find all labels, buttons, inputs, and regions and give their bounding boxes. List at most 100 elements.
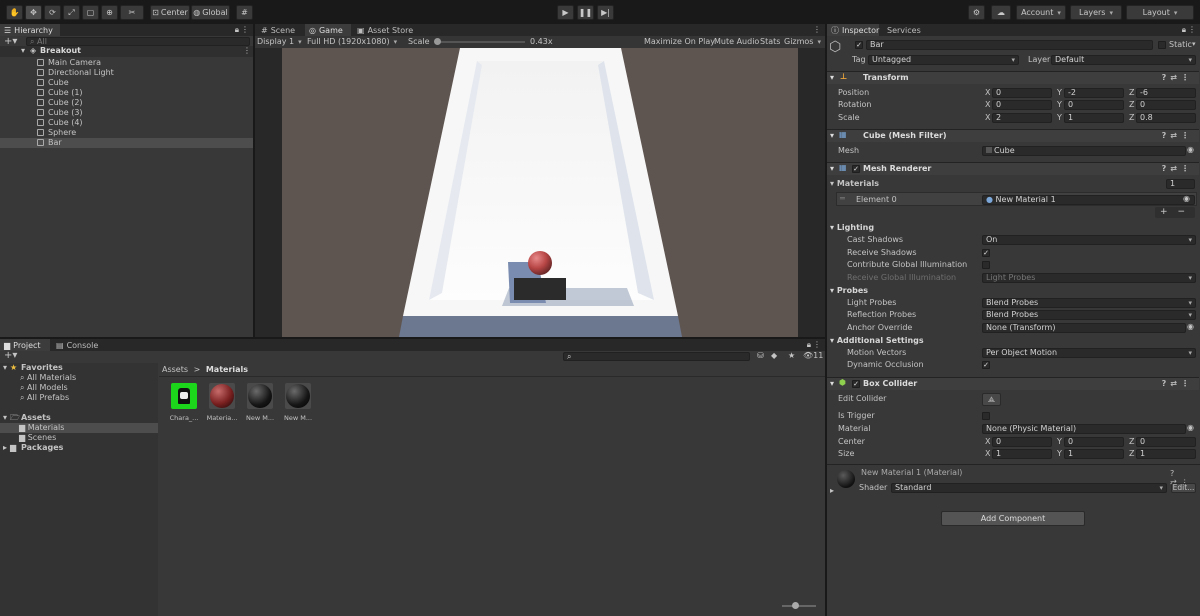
is-trigger-checkbox[interactable] — [982, 412, 990, 420]
axis-y-input[interactable]: -2 — [1064, 88, 1124, 98]
add-object-button[interactable]: +▾ — [4, 37, 17, 47]
favorite-item[interactable]: ⌕ All Models — [20, 383, 68, 393]
hierarchy-item[interactable]: Cube — [0, 78, 253, 88]
axis-x-label[interactable]: X — [985, 88, 990, 98]
axis-y-input[interactable]: 0 — [1064, 437, 1124, 447]
play-button[interactable]: ▶ — [557, 5, 574, 20]
scene-expand-icon[interactable]: ▾ — [21, 46, 25, 56]
tab-game[interactable]: ◎ Game — [305, 24, 351, 36]
maximize-on-play-toggle[interactable]: Maximize On Play — [644, 37, 715, 47]
axis-z-input[interactable]: -6 — [1136, 88, 1196, 98]
probes-foldout[interactable]: ▾ Probes — [830, 286, 868, 296]
axis-y-label[interactable]: Y — [1057, 88, 1062, 98]
object-picker-icon[interactable]: ◉ — [1183, 194, 1190, 203]
game-viewport[interactable] — [282, 48, 798, 337]
collider-material-field[interactable]: None (Physic Material) — [982, 424, 1186, 434]
axis-y-input[interactable]: 1 — [1064, 449, 1124, 459]
tab-scene[interactable]: # Scene — [257, 24, 305, 36]
mute-audio-toggle[interactable]: Mute Audio — [714, 37, 759, 47]
tab-console[interactable]: ▤ Console — [52, 339, 102, 351]
collapse-icon[interactable]: ▾ — [830, 164, 834, 173]
more-menu-icon[interactable]: ⋮ — [813, 25, 821, 34]
material-expand-icon[interactable]: ▸ — [830, 486, 834, 496]
axis-y-label[interactable]: Y — [1057, 437, 1062, 447]
lock-icon[interactable]: 🔒︎ — [235, 25, 239, 35]
axis-y-label[interactable]: Y — [1057, 100, 1062, 110]
stats-toggle[interactable]: Stats — [760, 37, 780, 47]
axis-z-label[interactable]: Z — [1129, 449, 1134, 459]
rotate-icon[interactable]: ⟳ — [44, 5, 61, 20]
hierarchy-item[interactable]: Cube (2) — [0, 98, 253, 108]
axis-y-input[interactable]: 1 — [1064, 113, 1124, 123]
scale-slider-track[interactable] — [435, 41, 525, 43]
object-picker-icon[interactable]: ◉ — [1187, 423, 1194, 432]
add-component-button[interactable]: Add Component — [941, 511, 1085, 526]
materials-count-input[interactable]: 1 — [1166, 179, 1195, 189]
component-icons[interactable]: ?⇄⋮ — [1162, 73, 1193, 82]
asset-folder-item[interactable]: ▆ Materials — [19, 423, 64, 433]
cloud-icon[interactable]: ☁ — [991, 5, 1011, 20]
axis-z-label[interactable]: Z — [1129, 100, 1134, 110]
hierarchy-item[interactable]: Cube (4) — [0, 118, 253, 128]
drag-handle-icon[interactable]: ═ — [840, 194, 845, 204]
axis-z-label[interactable]: Z — [1129, 113, 1134, 123]
more-menu-icon[interactable]: ⋮ — [813, 340, 821, 349]
static-checkbox[interactable] — [1158, 41, 1166, 49]
lock-icon[interactable]: 🔒︎ — [1182, 25, 1186, 35]
assets-expand-icon[interactable]: ▾ — [3, 413, 7, 423]
hierarchy-search-input[interactable]: ⌕ All — [26, 37, 250, 46]
add-icon[interactable]: + — [1160, 207, 1168, 217]
services-icon[interactable]: ⚙ — [968, 5, 985, 20]
active-checkbox[interactable]: ✓ — [855, 41, 863, 49]
layers-dropdown[interactable]: Layers — [1070, 5, 1122, 20]
scale-slider-thumb[interactable] — [433, 38, 441, 45]
layout-dropdown[interactable]: Layout — [1126, 5, 1194, 20]
favorite-item[interactable]: ⌕ All Materials — [20, 373, 76, 383]
axis-z-input[interactable]: 1 — [1136, 449, 1196, 459]
material-thumbnail[interactable] — [285, 383, 311, 409]
axis-z-input[interactable]: 0 — [1136, 437, 1196, 447]
axis-x-input[interactable]: 0 — [992, 100, 1052, 110]
receive-shadows-checkbox[interactable]: ✓ — [982, 249, 990, 257]
custom-tool-icon[interactable]: ✂ — [120, 5, 144, 20]
pivot-center-button[interactable]: ⊡ Center — [150, 5, 190, 20]
box-collider-header[interactable]: ▾ ⬢ ✓ Box Collider ?⇄⋮ — [827, 377, 1199, 390]
edit-shader-button[interactable]: Edit... — [1171, 483, 1196, 493]
mesh-renderer-header[interactable]: ▾ ▦ ✓ Mesh Renderer ?⇄⋮ — [827, 162, 1199, 175]
additional-settings-foldout[interactable]: ▾ Additional Settings — [830, 336, 924, 346]
grid-snap-icon[interactable]: # — [236, 5, 253, 20]
gizmos-dropdown[interactable]: Gizmos — [784, 37, 821, 47]
filter-type-icon[interactable]: ⛁ — [757, 351, 764, 360]
axis-x-input[interactable]: 2 — [992, 113, 1052, 123]
favorite-item[interactable]: ⌕ All Prefabs — [20, 393, 69, 403]
step-button[interactable]: ▶| — [597, 5, 614, 20]
axis-z-label[interactable]: Z — [1129, 88, 1134, 98]
light-probes-dropdown[interactable]: Blend Probes — [982, 298, 1196, 308]
breadcrumb-materials[interactable]: Materials — [206, 365, 248, 374]
filter-label-icon[interactable]: ◆ — [771, 351, 777, 360]
layer-dropdown[interactable]: Default — [1051, 55, 1196, 65]
axis-z-input[interactable]: 0.8 — [1136, 113, 1196, 123]
object-picker-icon[interactable]: ◉ — [1187, 322, 1194, 331]
component-icons[interactable]: ?⇄⋮ — [1162, 131, 1193, 140]
axis-x-input[interactable]: 0 — [992, 88, 1052, 98]
materials-foldout[interactable]: ▾ Materials — [830, 179, 879, 189]
lighting-foldout[interactable]: ▾ Lighting — [830, 223, 874, 233]
tab-asset-store[interactable]: ▣ Asset Store — [353, 24, 417, 36]
dynamic-occlusion-checkbox[interactable]: ✓ — [982, 361, 990, 369]
resolution-dropdown[interactable]: Full HD (1920x1080) — [307, 37, 397, 47]
contribute-gi-checkbox[interactable] — [982, 261, 990, 269]
anchor-override-field[interactable]: None (Transform) — [982, 323, 1186, 333]
object-name-input[interactable]: Bar — [866, 40, 1153, 50]
hierarchy-item[interactable]: Sphere — [0, 128, 253, 138]
rect-icon[interactable]: ▢ — [82, 5, 99, 20]
static-dropdown-icon[interactable]: ▾ — [1192, 40, 1196, 48]
assets-label[interactable]: Assets — [21, 413, 51, 423]
axis-x-label[interactable]: X — [985, 449, 990, 459]
asset-folder-item[interactable]: ▆ Scenes — [19, 433, 56, 443]
remove-icon[interactable]: − — [1178, 207, 1186, 217]
element-0-field[interactable]: ● New Material 1 — [982, 195, 1195, 205]
mesh-filter-header[interactable]: ▾ ▦ Cube (Mesh Filter) ?⇄⋮ — [827, 129, 1199, 142]
display-dropdown[interactable]: Display 1 — [257, 37, 302, 47]
lock-icon[interactable]: 🔒︎ — [807, 340, 811, 350]
